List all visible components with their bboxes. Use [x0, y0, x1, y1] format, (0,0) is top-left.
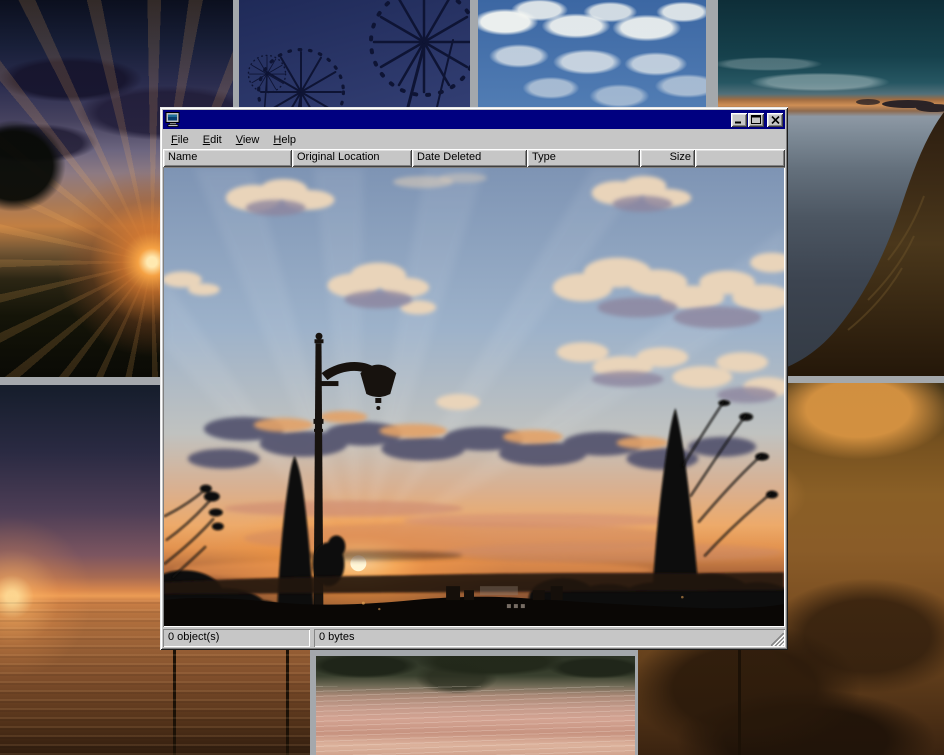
- sunset-lamp-photo: [164, 168, 784, 626]
- titlebar[interactable]: [163, 110, 785, 129]
- computer-icon: [165, 112, 181, 127]
- water-pole: [286, 643, 289, 755]
- column-header-name[interactable]: Name: [163, 149, 292, 167]
- background-photo-water-reflection: [316, 656, 635, 755]
- column-header-date-deleted[interactable]: Date Deleted: [412, 149, 527, 167]
- minimize-button[interactable]: [731, 113, 747, 127]
- column-headers: Name Original Location Date Deleted Type…: [163, 149, 785, 167]
- statusbar: 0 object(s) 0 bytes: [163, 629, 785, 647]
- close-button[interactable]: [767, 113, 783, 127]
- column-header-type[interactable]: Type: [527, 149, 640, 167]
- water-pole: [173, 632, 176, 755]
- desktop: File Edit View Help Name Original Locati…: [0, 0, 944, 755]
- status-size: 0 bytes: [314, 629, 785, 647]
- menu-view[interactable]: View: [229, 132, 267, 148]
- list-view-photo-background[interactable]: [163, 167, 785, 627]
- menu-file[interactable]: File: [164, 132, 196, 148]
- resize-grip[interactable]: [771, 633, 784, 646]
- menu-edit[interactable]: Edit: [196, 132, 229, 148]
- menu-help[interactable]: Help: [266, 132, 303, 148]
- maximize-button[interactable]: [748, 113, 764, 127]
- close-icon: [771, 116, 780, 124]
- window-controls: [730, 113, 783, 127]
- recycle-bin-window: File Edit View Help Name Original Locati…: [160, 107, 788, 650]
- status-object-count: 0 object(s): [163, 629, 310, 647]
- minimize-icon: [734, 115, 744, 124]
- column-header-blank[interactable]: [695, 149, 785, 167]
- maximize-icon: [751, 115, 761, 124]
- column-header-size[interactable]: Size: [640, 149, 695, 167]
- column-header-original-location[interactable]: Original Location: [292, 149, 412, 167]
- menubar: File Edit View Help: [163, 130, 785, 149]
